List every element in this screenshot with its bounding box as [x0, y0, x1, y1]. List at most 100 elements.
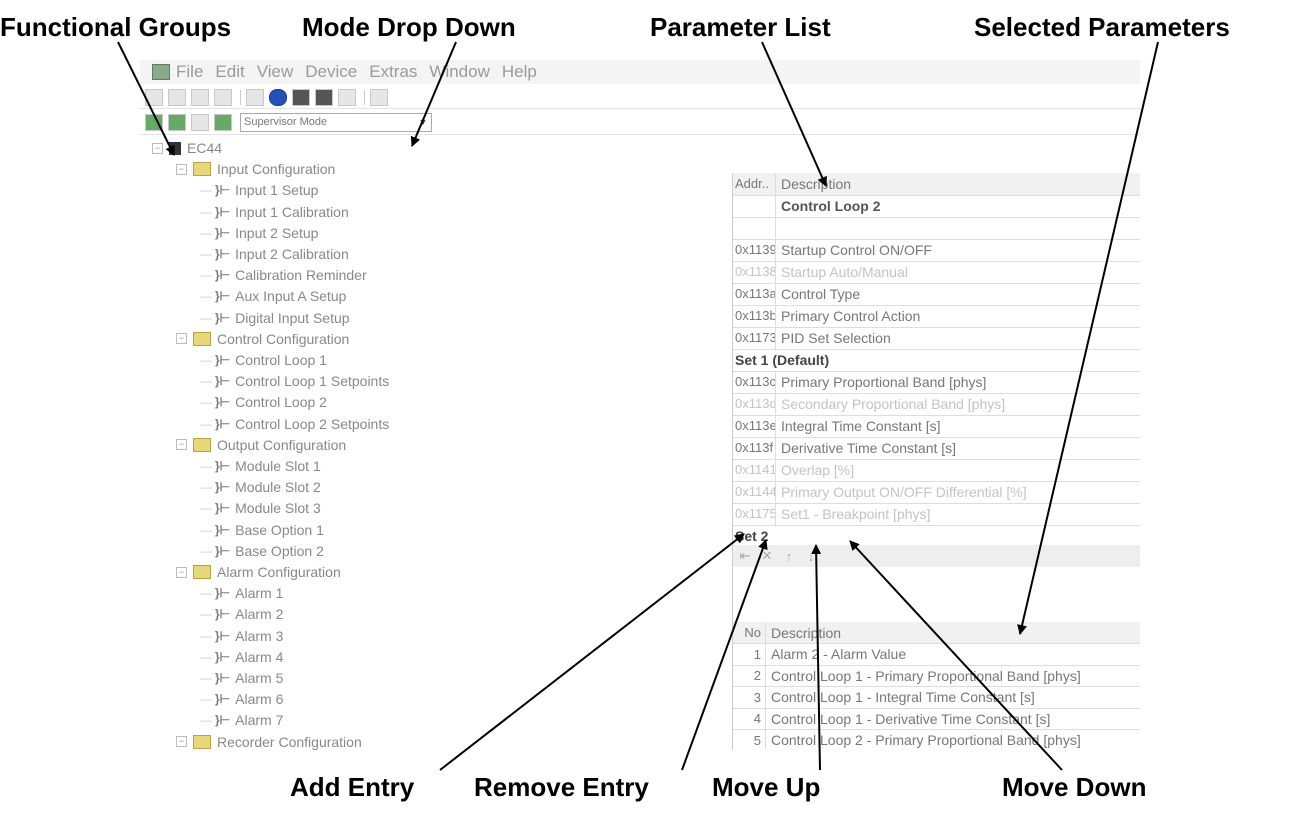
collapse-icon[interactable]: − — [176, 566, 187, 578]
parameter-row[interactable]: 0x113a Control Type — [733, 283, 1140, 306]
group-title: Control Loop 2 — [781, 198, 881, 214]
selected-parameter-description: Alarm 2 - Alarm Value — [771, 646, 907, 662]
tree-item[interactable]: —}⊢ Alarm 5 — [200, 668, 283, 688]
tree-group-2[interactable]: − Output Configuration — [176, 435, 346, 455]
parameter-row[interactable]: 0x1144 Primary Output ON/OFF Differential… — [733, 481, 1140, 504]
tree-item[interactable]: —}⊢ Control Loop 2 — [200, 392, 327, 412]
tree-item[interactable]: —}⊢ Aux Input A Setup — [200, 286, 346, 306]
parameter-row[interactable]: 0x113e Integral Time Constant [s] — [733, 415, 1140, 438]
menu-edit[interactable]: Edit — [215, 62, 244, 82]
callout-move-down: Move Down — [1002, 772, 1147, 802]
collapse-icon[interactable]: − — [176, 439, 187, 451]
parameter-row[interactable]: 0x113b Primary Control Action — [733, 305, 1140, 328]
tree-connector: — — [200, 459, 212, 473]
parameter-row[interactable]: 0x113d Secondary Proportional Band [phys] — [733, 393, 1140, 416]
menu-view[interactable]: View — [257, 62, 294, 82]
selected-parameter-row[interactable]: 1 Alarm 2 - Alarm Value — [733, 643, 1140, 666]
menu-file[interactable]: File — [176, 62, 203, 82]
collapse-icon[interactable]: − — [176, 736, 187, 748]
compare-icon[interactable] — [191, 113, 209, 131]
tree-item[interactable]: —}⊢ Input 1 Calibration — [200, 202, 349, 222]
parameter-icon: }⊢ — [215, 459, 231, 473]
tree-item-label: Digital Input Setup — [235, 309, 350, 326]
new-file-icon[interactable] — [145, 88, 163, 106]
online-icon[interactable] — [145, 113, 163, 131]
column-header-description[interactable]: Description — [766, 625, 841, 641]
menu-extras[interactable]: Extras — [369, 62, 417, 82]
column-header-addr[interactable]: Addr.. — [733, 173, 776, 195]
parameter-row[interactable]: 0x1141 Overlap [%] — [733, 459, 1140, 482]
selected-parameter-row[interactable]: 4 Control Loop 1 - Derivative Time Consta… — [733, 708, 1140, 730]
selected-parameter-row[interactable]: 5 Control Loop 2 - Primary Proportional B… — [733, 729, 1140, 750]
parameter-description: Derivative Time Constant [s] — [781, 440, 957, 456]
connect-icon[interactable] — [246, 88, 264, 106]
selected-parameter-description: Control Loop 1 - Integral Time Constant … — [771, 689, 1035, 705]
tree-group-4[interactable]: − Recorder Configuration — [176, 732, 362, 750]
tree-item[interactable]: —}⊢ Alarm 3 — [200, 626, 283, 646]
parameter-address: 0x1138 — [733, 261, 776, 283]
parameter-row[interactable]: 0x113f Derivative Time Constant [s] — [733, 437, 1140, 460]
callout-move-up: Move Up — [712, 772, 821, 802]
tree-group-label: Control Configuration — [217, 330, 350, 347]
collapse-icon[interactable]: − — [152, 142, 163, 154]
mode-dropdown[interactable]: Supervisor Mode ▼ — [240, 112, 432, 132]
tree-item[interactable]: —}⊢ Alarm 2 — [200, 604, 283, 624]
column-header-description[interactable]: Description — [776, 176, 851, 192]
tree-item[interactable]: —}⊢ Alarm 1 — [200, 583, 283, 603]
parameter-row[interactable]: 0x1175 Set1 - Breakpoint [phys] — [733, 503, 1140, 526]
collapse-icon[interactable]: − — [176, 163, 187, 175]
tree-item[interactable]: —}⊢ Base Option 2 — [200, 541, 324, 561]
tree-connector: — — [200, 501, 212, 516]
tree-item[interactable]: —}⊢ Calibration Reminder — [200, 265, 367, 285]
tree-item[interactable]: —}⊢ Input 2 Calibration — [200, 244, 349, 264]
info-icon[interactable] — [269, 88, 287, 106]
device-icon[interactable] — [292, 88, 310, 106]
print-icon[interactable] — [214, 88, 232, 106]
parameter-icon: }⊢ — [215, 374, 231, 389]
parameter-row[interactable]: 0x1173 PID Set Selection — [733, 327, 1140, 350]
tree-item[interactable]: —}⊢ Alarm 6 — [200, 689, 283, 709]
tree-item[interactable]: —}⊢ Control Loop 2 Setpoints — [200, 414, 389, 434]
selected-parameter-row[interactable]: 3 Control Loop 1 - Integral Time Constant… — [733, 686, 1140, 709]
tree-item[interactable]: —}⊢ Alarm 7 — [200, 710, 283, 730]
upload-icon[interactable] — [338, 88, 356, 106]
tree-item[interactable]: —}⊢ Base Option 1 — [200, 520, 324, 540]
tree-group-0[interactable]: − Input Configuration — [176, 159, 335, 179]
tree-item-label: Alarm 6 — [235, 691, 284, 708]
tree-item[interactable]: —}⊢ Control Loop 1 Setpoints — [200, 371, 389, 391]
tree-item[interactable]: —}⊢ Module Slot 3 — [200, 498, 321, 518]
row-number: 5 — [733, 729, 766, 750]
offline-icon[interactable] — [168, 113, 186, 131]
collapse-icon[interactable]: − — [176, 333, 187, 345]
help-icon[interactable] — [370, 88, 388, 106]
save-icon[interactable] — [191, 88, 209, 106]
tree-group-3[interactable]: − Alarm Configuration — [176, 562, 341, 582]
tree-item-label: Alarm 4 — [235, 648, 284, 665]
main-toolbar — [140, 86, 1140, 109]
tree-item[interactable]: —}⊢ Digital Input Setup — [200, 308, 350, 328]
download-icon[interactable] — [315, 88, 333, 106]
menu-device[interactable]: Device — [305, 62, 357, 82]
column-header-no[interactable]: No — [733, 622, 766, 643]
tree-item[interactable]: —}⊢ Control Loop 1 — [200, 350, 327, 370]
chevron-down-icon[interactable]: ▼ — [415, 117, 431, 127]
tree-root-device[interactable]: − EC44 — [152, 138, 222, 158]
parameter-row[interactable]: 0x113c Primary Proportional Band [phys] — [733, 371, 1140, 394]
parameter-row[interactable]: 0x1138 Startup Auto/Manual — [733, 261, 1140, 284]
menu-window[interactable]: Window — [429, 62, 489, 82]
tree-group-1[interactable]: − Control Configuration — [176, 329, 349, 349]
tree-item[interactable]: —}⊢ Module Slot 1 — [200, 456, 321, 476]
transfer-icon[interactable] — [214, 113, 232, 131]
open-folder-icon[interactable] — [168, 88, 186, 106]
tree-item[interactable]: —}⊢ Input 1 Setup — [200, 180, 318, 200]
parameter-address: 0x1144 — [733, 481, 776, 503]
tree-item[interactable]: —}⊢ Module Slot 2 — [200, 477, 321, 497]
tree-item[interactable]: —}⊢ Input 2 Setup — [200, 223, 318, 243]
parameter-address: 0x113a — [733, 283, 776, 305]
tree-group-label: Recorder Configuration — [217, 733, 362, 750]
parameter-row[interactable]: 0x1139 Startup Control ON/OFF — [733, 239, 1140, 262]
menu-help[interactable]: Help — [502, 62, 537, 82]
tree-item[interactable]: —}⊢ Alarm 4 — [200, 647, 283, 667]
parameter-icon: }⊢ — [215, 522, 231, 537]
selected-parameter-row[interactable]: 2 Control Loop 1 - Primary Proportional B… — [733, 665, 1140, 687]
